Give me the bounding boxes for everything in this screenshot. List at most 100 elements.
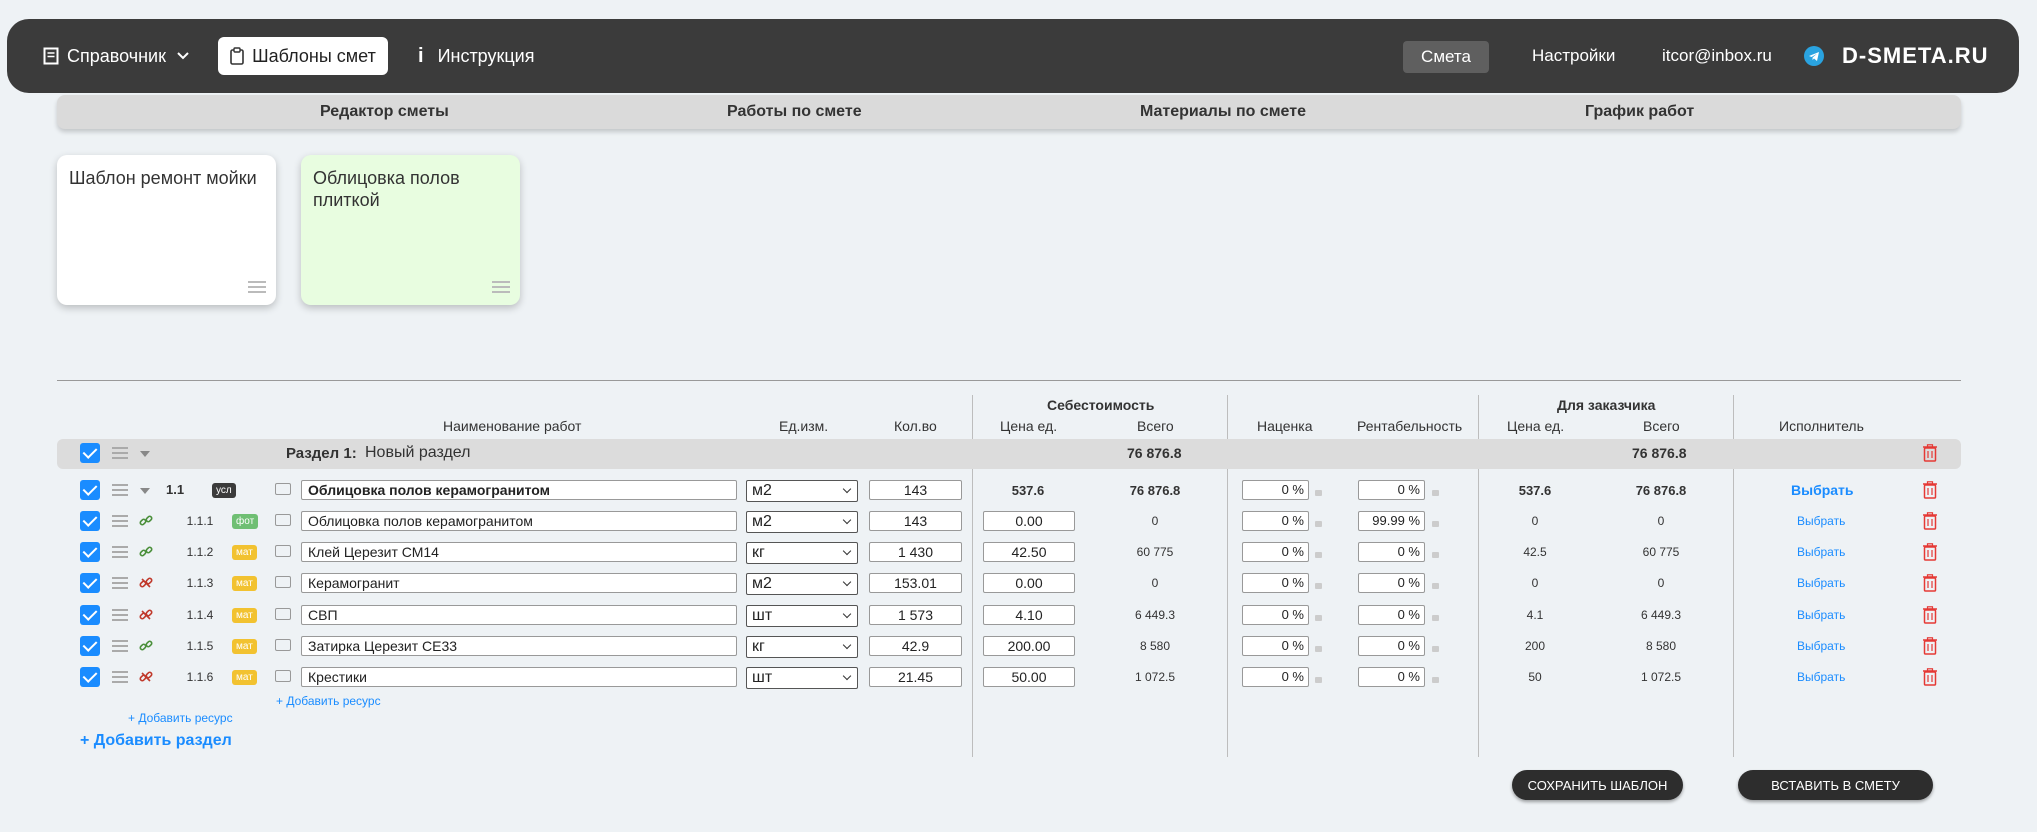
lock-icon[interactable] — [1432, 615, 1439, 621]
instruction-link[interactable]: i Инструкция — [418, 19, 534, 93]
site-logo[interactable]: D-SMETA.RU — [1842, 19, 1988, 93]
unlink-icon[interactable] — [139, 608, 153, 622]
lock-icon[interactable] — [1432, 646, 1439, 652]
comment-icon[interactable] — [275, 639, 291, 651]
comment-icon[interactable] — [275, 670, 291, 682]
select-executor-link[interactable]: Выбрать — [1797, 670, 1845, 684]
section-checkbox[interactable] — [80, 443, 100, 463]
collapse-icon[interactable] — [140, 488, 150, 494]
select-executor-link[interactable]: Выбрать — [1797, 545, 1845, 559]
lock-icon[interactable] — [1315, 677, 1322, 683]
add-resource-link[interactable]: + Добавить ресурс — [276, 694, 381, 708]
select-executor-link[interactable]: Выбрать — [1797, 576, 1845, 590]
row-checkbox[interactable] — [80, 636, 100, 656]
price-input[interactable]: 42.50 — [983, 542, 1075, 562]
row-name-input[interactable]: Клей Церезит СМ14 — [301, 542, 737, 562]
row-checkbox[interactable] — [80, 667, 100, 687]
drag-handle-icon[interactable] — [112, 609, 128, 621]
unit-select[interactable]: м2 — [746, 573, 858, 595]
qty-input[interactable]: 143 — [869, 511, 962, 531]
qty-input[interactable]: 21.45 — [869, 667, 962, 687]
comment-icon[interactable] — [275, 545, 291, 557]
markup-input[interactable]: 0 % — [1242, 636, 1309, 656]
delete-icon[interactable] — [1922, 543, 1938, 561]
delete-icon[interactable] — [1922, 637, 1938, 655]
markup-input[interactable]: 0 % — [1242, 511, 1309, 531]
profit-input[interactable]: 99.99 % — [1358, 511, 1425, 531]
price-input[interactable]: 0.00 — [983, 511, 1075, 531]
lock-icon[interactable] — [1315, 521, 1322, 527]
unit-select[interactable]: шт — [746, 667, 858, 689]
qty-input[interactable]: 1 573 — [869, 605, 962, 625]
unit-select[interactable]: кг — [746, 542, 858, 564]
unit-select[interactable]: кг — [746, 636, 858, 658]
select-executor-link[interactable]: Выбрать — [1791, 482, 1854, 498]
user-email[interactable]: itcor@inbox.ru — [1662, 19, 1772, 93]
templates-button[interactable]: Шаблоны смет — [218, 37, 388, 75]
markup-input[interactable]: 0 % — [1242, 667, 1309, 687]
qty-input[interactable]: 1 430 — [869, 542, 962, 562]
row-name-input[interactable]: Крестики — [301, 667, 737, 687]
comment-icon[interactable] — [275, 514, 291, 526]
price-input[interactable]: 4.10 — [983, 605, 1075, 625]
link-icon[interactable] — [139, 514, 153, 528]
collapse-icon[interactable] — [140, 451, 150, 457]
markup-input[interactable]: 0 % — [1242, 480, 1309, 500]
lock-icon[interactable] — [1432, 583, 1439, 589]
profit-input[interactable]: 0 % — [1358, 636, 1425, 656]
price-input[interactable]: 50.00 — [983, 667, 1075, 687]
price-input[interactable]: 0.00 — [983, 573, 1075, 593]
lock-icon[interactable] — [1315, 615, 1322, 621]
unit-select[interactable]: шт — [746, 605, 858, 627]
row-name-input[interactable]: Облицовка полов керамогранитом — [301, 511, 737, 531]
delete-icon[interactable] — [1922, 444, 1938, 462]
drag-handle-icon[interactable] — [112, 447, 128, 459]
template-card[interactable]: Шаблон ремонт мойки — [57, 155, 276, 305]
row-checkbox[interactable] — [80, 605, 100, 625]
tab-schedule[interactable]: График работ — [1585, 95, 1694, 129]
row-name-input[interactable]: Затирка Церезит СЕ33 — [301, 636, 737, 656]
comment-icon[interactable] — [275, 483, 291, 495]
row-checkbox[interactable] — [80, 573, 100, 593]
link-icon[interactable] — [139, 639, 153, 653]
lock-icon[interactable] — [1315, 490, 1322, 496]
drag-handle-icon[interactable] — [112, 640, 128, 652]
unit-select[interactable]: м2 — [746, 511, 858, 533]
save-template-button[interactable]: СОХРАНИТЬ ШАБЛОН — [1512, 770, 1683, 800]
menu-icon[interactable] — [248, 281, 266, 293]
lock-icon[interactable] — [1432, 490, 1439, 496]
template-card[interactable]: Облицовка полов плиткой — [301, 155, 520, 305]
row-checkbox[interactable] — [80, 480, 100, 500]
unlink-icon[interactable] — [139, 670, 153, 684]
lock-icon[interactable] — [1432, 677, 1439, 683]
price-input[interactable]: 200.00 — [983, 636, 1075, 656]
insert-to-smeta-button[interactable]: ВСТАВИТЬ В СМЕТУ — [1738, 770, 1933, 800]
select-executor-link[interactable]: Выбрать — [1797, 514, 1845, 528]
section-name[interactable]: Новый раздел — [365, 444, 470, 462]
select-executor-link[interactable]: Выбрать — [1797, 608, 1845, 622]
drag-handle-icon[interactable] — [112, 671, 128, 683]
qty-input[interactable]: 153.01 — [869, 573, 962, 593]
tab-works[interactable]: Работы по смете — [727, 95, 862, 129]
smeta-button[interactable]: Смета — [1403, 41, 1489, 73]
row-name-input[interactable]: Керамогранит — [301, 573, 737, 593]
delete-icon[interactable] — [1922, 606, 1938, 624]
lock-icon[interactable] — [1315, 583, 1322, 589]
lock-icon[interactable] — [1315, 552, 1322, 558]
unlink-icon[interactable] — [139, 576, 153, 590]
delete-icon[interactable] — [1922, 668, 1938, 686]
comment-icon[interactable] — [275, 608, 291, 620]
delete-icon[interactable] — [1922, 574, 1938, 592]
row-checkbox[interactable] — [80, 511, 100, 531]
markup-input[interactable]: 0 % — [1242, 573, 1309, 593]
row-name-input[interactable]: СВП — [301, 605, 737, 625]
add-section-link[interactable]: + Добавить раздел — [80, 732, 232, 750]
unit-select[interactable]: м2 — [746, 480, 858, 502]
link-icon[interactable] — [139, 545, 153, 559]
profit-input[interactable]: 0 % — [1358, 605, 1425, 625]
tab-editor[interactable]: Редактор сметы — [320, 95, 449, 129]
row-checkbox[interactable] — [80, 542, 100, 562]
profit-input[interactable]: 0 % — [1358, 542, 1425, 562]
qty-input[interactable]: 143 — [869, 480, 962, 500]
qty-input[interactable]: 42.9 — [869, 636, 962, 656]
